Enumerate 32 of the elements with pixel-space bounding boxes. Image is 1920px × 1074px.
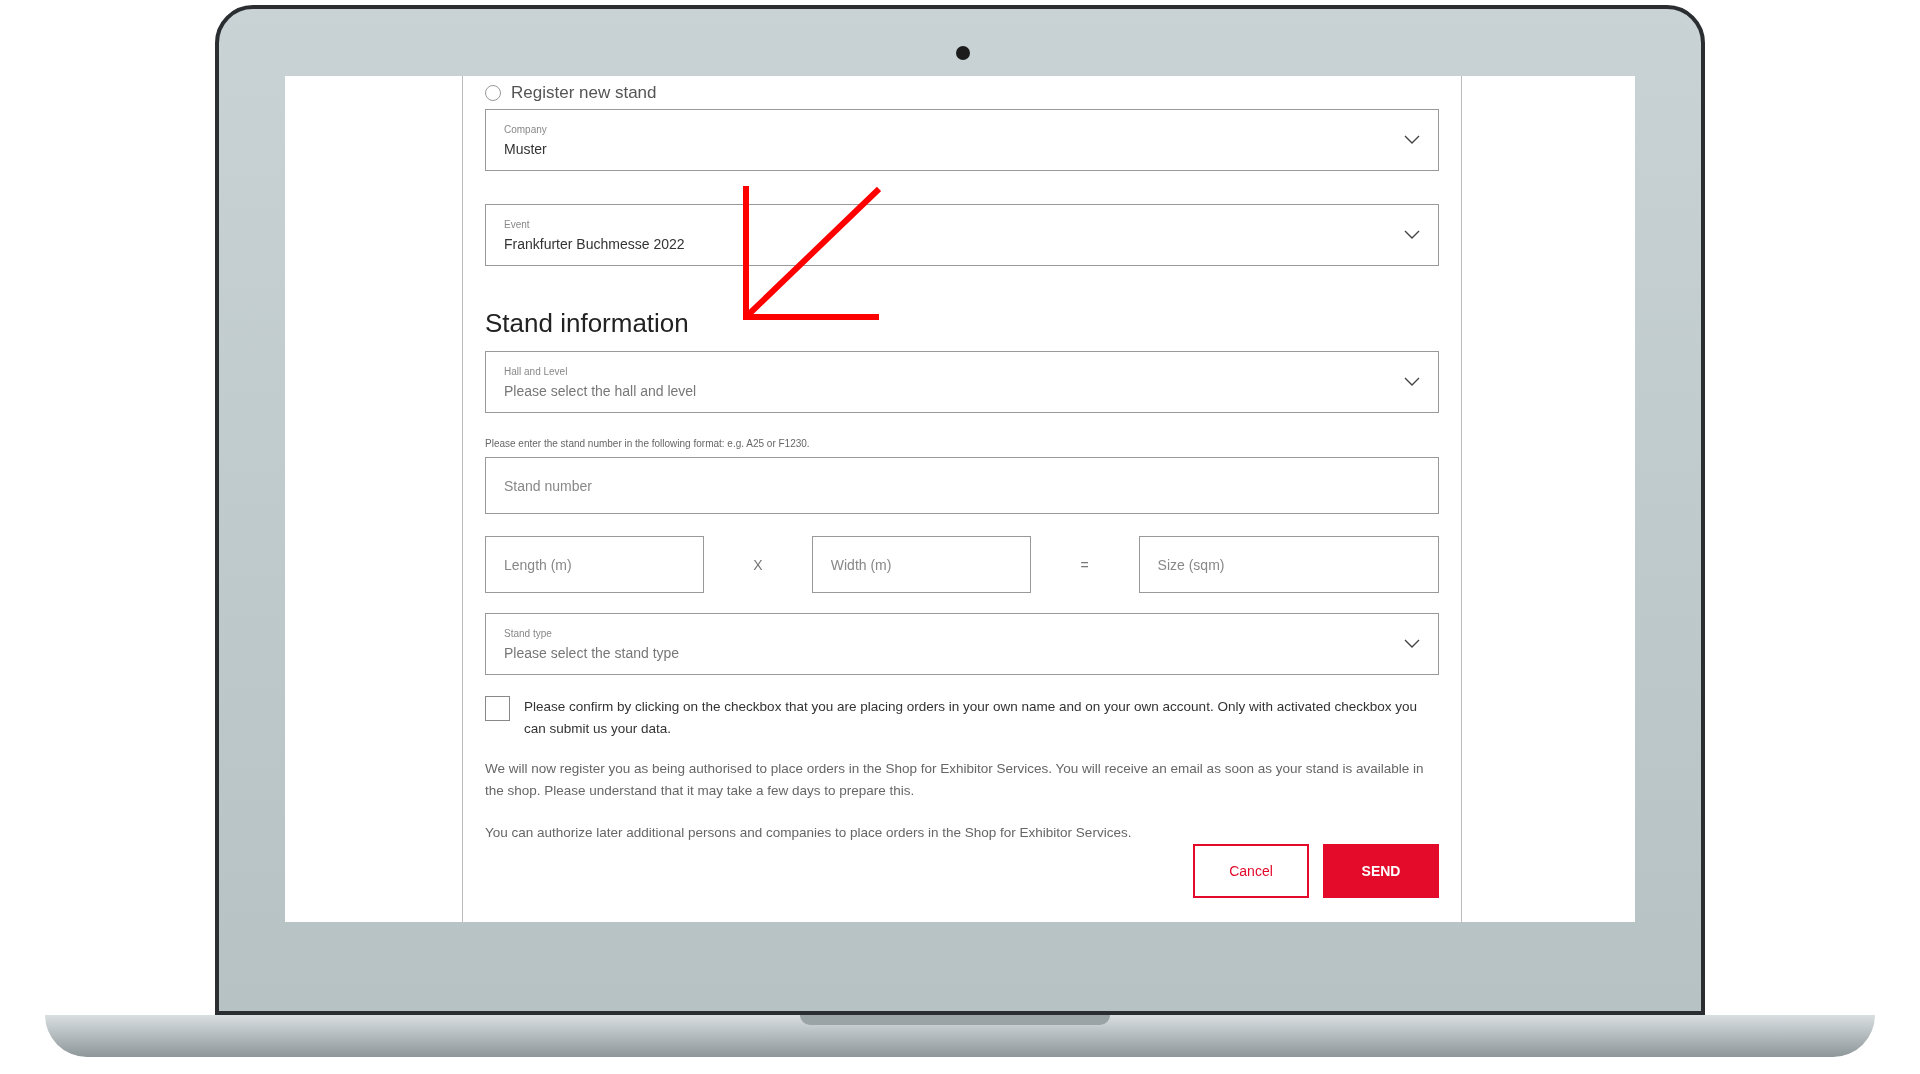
hint-text: Please enter the stand number in the following format: e.g. A25 or F1230. xyxy=(485,438,810,449)
field-label: Stand type xyxy=(504,627,552,639)
info-text: We will now register you as being authorised to place orders in the Shop for Exhibitor Services. You will receive an email as soon as your stand is available in the shop. Please understand that it may take a few days to prepare this. xyxy=(485,760,1425,800)
select-placeholder: Please select the hall and level xyxy=(504,382,697,399)
equals-sign: = xyxy=(1080,556,1089,573)
chevron-down-icon xyxy=(1404,230,1420,240)
select-field[interactable]: Hall and Level Please select the hall and level xyxy=(485,351,1439,413)
chevron-down-icon xyxy=(1404,639,1420,649)
select-value: Muster xyxy=(504,140,547,157)
field-label: Company xyxy=(504,123,547,135)
text-field[interactable]: Size (sqm) xyxy=(1138,536,1439,593)
section-heading: Stand information xyxy=(485,308,689,339)
field-label: Hall and Level xyxy=(504,365,568,377)
cancel-button[interactable]: Cancel xyxy=(1193,844,1309,898)
select-field[interactable]: Company Muster xyxy=(485,109,1439,171)
radio-label: Register new stand xyxy=(511,83,657,103)
confirmation-text: Please confirm by clicking on the checkbox that you are placing orders in your own name and on your own account. Only with activated checkbox you can submit us your data. xyxy=(524,698,1418,738)
send-button[interactable]: SEND xyxy=(1323,844,1439,898)
text-field[interactable]: Stand number xyxy=(485,457,1439,514)
checkbox[interactable] xyxy=(485,696,510,721)
text-field[interactable]: Length (m) xyxy=(485,536,704,593)
select-field[interactable]: Event Frankfurter Buchmesse 2022 xyxy=(485,204,1439,266)
select-field[interactable]: Stand type Please select the stand type xyxy=(485,613,1439,675)
camera-icon xyxy=(956,46,970,60)
info-text: You can authorize later additional persons and companies to place orders in the Shop for Exhibitor Services. xyxy=(485,824,1133,842)
chevron-down-icon xyxy=(1404,135,1420,145)
chevron-down-icon xyxy=(1404,377,1420,387)
select-placeholder: Please select the stand type xyxy=(504,644,680,661)
select-value: Frankfurter Buchmesse 2022 xyxy=(504,235,685,252)
text-field[interactable]: Width (m) xyxy=(811,536,1031,593)
times-sign: X xyxy=(753,556,763,573)
field-label: Event xyxy=(504,218,530,230)
